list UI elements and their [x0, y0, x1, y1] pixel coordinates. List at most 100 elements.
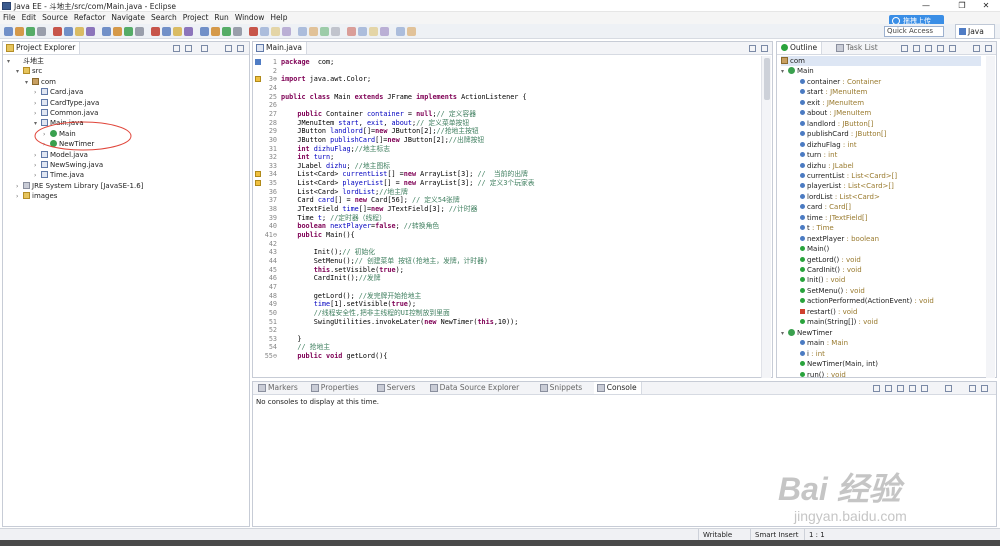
menu-window[interactable]: Window [232, 12, 268, 24]
toolbar-tool-icon[interactable] [380, 27, 389, 36]
toolbar-tool-icon[interactable] [271, 27, 280, 36]
toolbar-tool-icon[interactable] [162, 27, 171, 36]
toolbar-tool-icon[interactable] [233, 27, 242, 36]
console-toolbar-icon[interactable] [969, 385, 976, 392]
toolbar-tool-icon[interactable] [4, 27, 13, 36]
menu-run[interactable]: Run [211, 12, 231, 24]
sort-icon[interactable] [901, 45, 908, 52]
toolbar-tool-icon[interactable] [200, 27, 209, 36]
tab-outline[interactable]: Outline [777, 42, 823, 54]
code-line[interactable]: JButton landlord[]=new JButton[2];//抢地主按… [281, 127, 478, 136]
toolbar-tool-icon[interactable] [184, 27, 193, 36]
toolbar-tool-icon[interactable] [151, 27, 160, 36]
expand-chevron-icon[interactable]: ▾ [781, 329, 788, 339]
link-editor-icon[interactable] [185, 45, 192, 52]
explorer-item[interactable]: › CardType.java [34, 98, 99, 108]
maximize-view-icon[interactable] [237, 45, 244, 52]
console-toolbar-icon[interactable] [945, 385, 952, 392]
console-toolbar-icon[interactable] [885, 385, 892, 392]
toolbar-tool-icon[interactable] [260, 27, 269, 36]
outline-item[interactable]: currentList : List<Card>[] [799, 171, 897, 181]
toolbar-tool-icon[interactable] [331, 27, 340, 36]
console-toolbar-icon[interactable] [921, 385, 928, 392]
code-line[interactable]: JButton publishCard[]=new JButton[2];//出… [281, 136, 484, 145]
hide-nonpublic-icon[interactable] [937, 45, 944, 52]
code-line[interactable]: //线程安全性,把非主线程的UI控制放到里面 [281, 309, 450, 318]
toolbar-tool-icon[interactable] [396, 27, 405, 36]
code-line[interactable]: // 抢地主 [281, 343, 330, 352]
outline-item[interactable]: getLord() : void [799, 255, 861, 265]
outline-item[interactable]: publishCard : JButton[] [799, 129, 886, 139]
toolbar-tool-icon[interactable] [309, 27, 318, 36]
outline-item[interactable]: ▾ Main [781, 66, 814, 76]
code-line[interactable]: import java.awt.Color; [281, 75, 371, 84]
code-line[interactable]: JTextField time[]=new JTextField[3]; //计… [281, 205, 477, 214]
console-toolbar-icon[interactable] [873, 385, 880, 392]
code-line[interactable]: package com; [281, 58, 334, 67]
outline-item[interactable]: Main() [799, 244, 829, 254]
expand-chevron-icon[interactable]: › [16, 192, 23, 202]
menu-help[interactable]: Help [267, 12, 290, 24]
outline-scrollbar[interactable] [986, 56, 995, 378]
view-menu-icon[interactable] [201, 45, 208, 52]
outline-item[interactable]: start : JMenuItem [799, 87, 867, 97]
explorer-item[interactable]: ▾ src [16, 66, 42, 76]
outline-item[interactable]: nextPlayer : boolean [799, 234, 879, 244]
outline-item[interactable]: ▾ NewTimer [781, 328, 832, 338]
toolbar-tool-icon[interactable] [282, 27, 291, 36]
tab-properties[interactable]: Properties [308, 382, 363, 394]
outline-item[interactable]: NewTimer(Main, int) [799, 359, 878, 369]
tab-console[interactable]: Console [593, 382, 642, 394]
minimize-view-icon[interactable] [225, 45, 232, 52]
code-line[interactable]: public void getLord(){ [281, 352, 387, 361]
code-line[interactable]: Init();// 初始化 [281, 248, 375, 257]
expand-chevron-icon[interactable]: ▾ [16, 67, 23, 77]
hide-static-icon[interactable] [925, 45, 932, 52]
toolbar-tool-icon[interactable] [102, 27, 111, 36]
toolbar-tool-icon[interactable] [249, 27, 258, 36]
tab-servers[interactable]: Servers [374, 382, 420, 394]
close-button[interactable]: ✕ [972, 0, 1000, 12]
console-toolbar-icon[interactable] [897, 385, 904, 392]
minimize-editor-icon[interactable] [749, 45, 756, 52]
toolbar-tool-icon[interactable] [347, 27, 356, 36]
toolbar-tool-icon[interactable] [86, 27, 95, 36]
expand-chevron-icon[interactable]: ▾ [25, 78, 32, 88]
menu-search[interactable]: Search [148, 12, 180, 24]
toolbar-tool-icon[interactable] [113, 27, 122, 36]
outline-item[interactable]: turn : int [799, 150, 837, 160]
toolbar-tool-icon[interactable] [298, 27, 307, 36]
code-line[interactable]: SwingUtilities.invokeLater(new NewTimer(… [281, 318, 519, 327]
perspective-java-ee-button[interactable]: Java EE [955, 24, 995, 49]
code-line[interactable]: time[1].setVisible(true); [281, 300, 416, 309]
outline-item[interactable]: lordList : List<Card> [799, 192, 880, 202]
outline-item[interactable]: SetMenu() : void [799, 286, 865, 296]
code-line[interactable]: public Container container = null;// 定义容… [281, 110, 476, 119]
outline-item[interactable]: exit : JMenuItem [799, 98, 864, 108]
code-line[interactable]: List<Card> currentList[] =new ArrayList[… [281, 170, 527, 179]
code-line[interactable]: public Main(){ [281, 231, 354, 240]
explorer-item[interactable]: › images [16, 191, 57, 201]
outline-item[interactable]: time : JTextField[] [799, 213, 867, 223]
explorer-item[interactable]: › Common.java [34, 108, 98, 118]
hide-local-types-icon[interactable] [949, 45, 956, 52]
outline-item[interactable]: com [781, 56, 981, 66]
toolbar-tool-icon[interactable] [173, 27, 182, 36]
hide-fields-icon[interactable] [913, 45, 920, 52]
toolbar-tool-icon[interactable] [407, 27, 416, 36]
explorer-item[interactable]: › Time.java [34, 170, 84, 180]
expand-chevron-icon[interactable]: ▾ [7, 57, 14, 67]
warning-marker-icon[interactable] [255, 180, 261, 187]
code-line[interactable]: getLord(); //发完牌开始抢地主 [281, 292, 422, 301]
outline-item[interactable]: landlord : JButton[] [799, 119, 873, 129]
toolbar-tool-icon[interactable] [53, 27, 62, 36]
outline-item[interactable]: restart() : void [799, 307, 857, 317]
toolbar-tool-icon[interactable] [75, 27, 84, 36]
toolbar-tool-icon[interactable] [358, 27, 367, 36]
maximize-editor-icon[interactable] [761, 45, 768, 52]
toolbar-tool-icon[interactable] [135, 27, 144, 36]
toolbar-tool-icon[interactable] [211, 27, 220, 36]
menu-file[interactable]: File [0, 12, 19, 24]
bookmark-marker-icon[interactable] [255, 59, 261, 65]
editor-scrollbar[interactable] [761, 56, 771, 378]
